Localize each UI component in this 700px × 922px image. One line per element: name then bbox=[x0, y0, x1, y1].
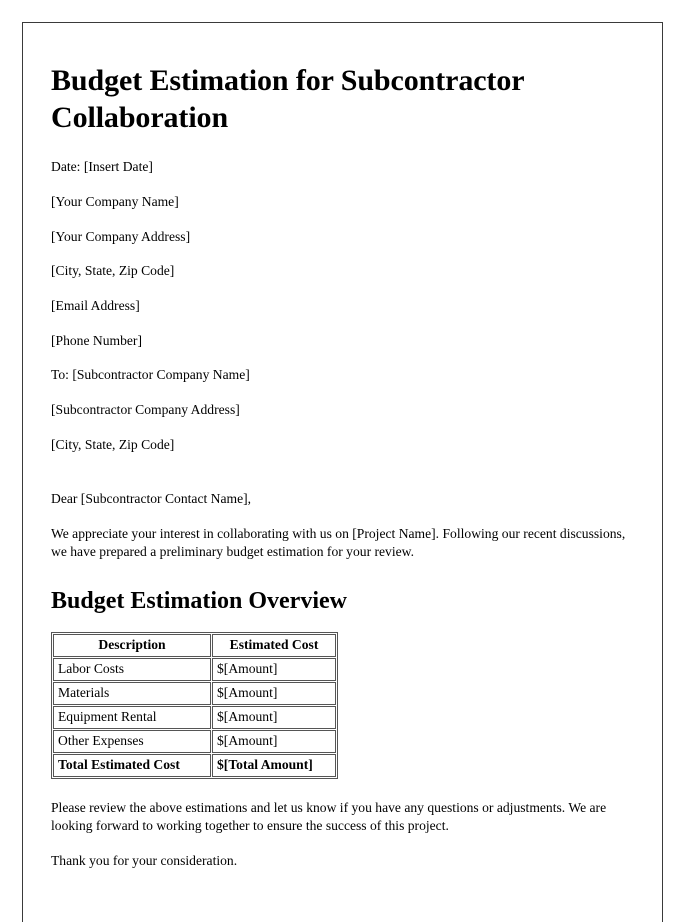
recipient-company-name: To: [Subcontractor Company Name] bbox=[51, 367, 250, 383]
cell-cost: $[Amount] bbox=[212, 657, 336, 681]
date-line: Date: [Insert Date] bbox=[51, 159, 153, 175]
salutation: Dear [Subcontractor Contact Name], bbox=[51, 491, 252, 507]
table-header-row: Description Estimated Cost bbox=[53, 633, 336, 657]
intro-paragraph: We appreciate your interest in collabora… bbox=[51, 526, 626, 560]
sender-city-state-zip: [City, State, Zip Code] bbox=[51, 263, 175, 279]
cell-cost: $[Amount] bbox=[212, 729, 336, 753]
budget-estimation-table: Description Estimated Cost Labor Costs $… bbox=[51, 631, 338, 779]
closing-paragraph: Please review the above estimations and … bbox=[51, 799, 607, 833]
sender-phone: [Phone Number] bbox=[51, 332, 142, 348]
cell-description: Labor Costs bbox=[53, 657, 211, 681]
document-body: Budget Estimation for Subcontractor Coll… bbox=[23, 23, 662, 870]
table-header: Description Estimated Cost bbox=[53, 633, 336, 657]
column-header-description: Description bbox=[53, 633, 211, 657]
sender-company-name: [Your Company Name] bbox=[51, 193, 179, 209]
cell-cost: $[Amount] bbox=[212, 705, 336, 729]
sender-email: [Email Address] bbox=[51, 297, 140, 313]
table-body: Labor Costs $[Amount] Materials $[Amount… bbox=[53, 657, 336, 777]
table-row: Other Expenses $[Amount] bbox=[53, 729, 336, 753]
cell-cost: $[Amount] bbox=[212, 681, 336, 705]
cell-total-label: Total Estimated Cost bbox=[53, 753, 211, 777]
recipient-company-address: [Subcontractor Company Address] bbox=[51, 401, 240, 417]
column-header-estimated-cost: Estimated Cost bbox=[212, 633, 336, 657]
table-row: Equipment Rental $[Amount] bbox=[53, 705, 336, 729]
cell-description: Equipment Rental bbox=[53, 705, 211, 729]
document-page: Budget Estimation for Subcontractor Coll… bbox=[22, 22, 663, 922]
thanks-paragraph: Thank you for your consideration. bbox=[51, 852, 238, 868]
recipient-city-state-zip: [City, State, Zip Code] bbox=[51, 436, 175, 452]
table-row: Materials $[Amount] bbox=[53, 681, 336, 705]
page-title: Budget Estimation for Subcontractor Coll… bbox=[51, 64, 524, 134]
section-heading-budget-overview: Budget Estimation Overview bbox=[51, 588, 347, 615]
cell-description: Other Expenses bbox=[53, 729, 211, 753]
table-row: Labor Costs $[Amount] bbox=[53, 657, 336, 681]
cell-total-cost: $[Total Amount] bbox=[212, 753, 336, 777]
sender-company-address: [Your Company Address] bbox=[51, 228, 191, 244]
table-row-total: Total Estimated Cost $[Total Amount] bbox=[53, 753, 336, 777]
cell-description: Materials bbox=[53, 681, 211, 705]
